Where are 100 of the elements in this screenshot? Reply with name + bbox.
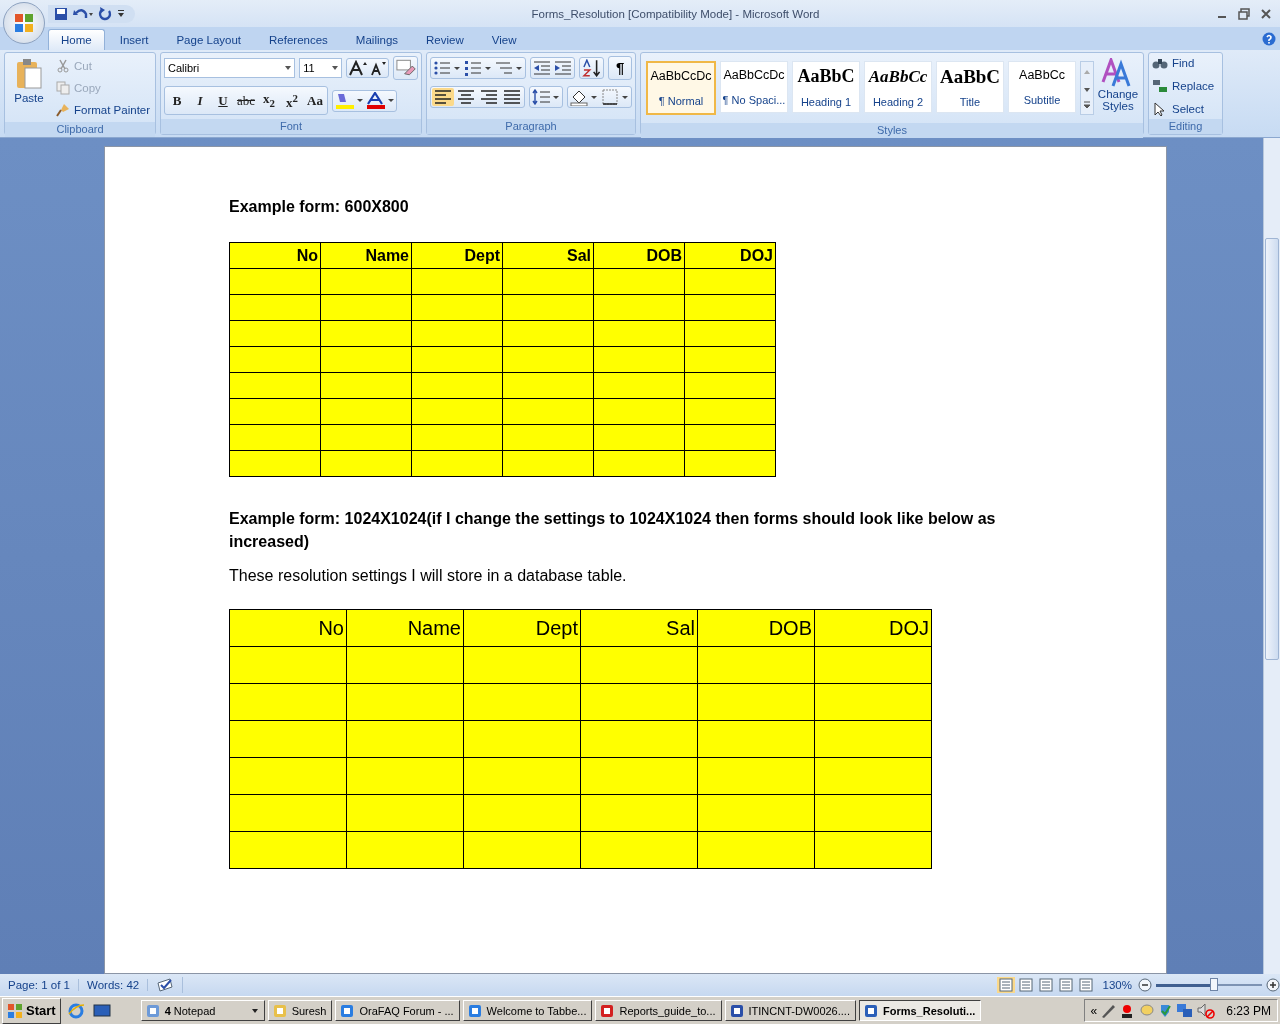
clipboard-action[interactable]: Format Painter (56, 100, 151, 119)
zoom-out-icon[interactable] (1138, 978, 1152, 992)
increase-indent-icon[interactable] (553, 59, 573, 77)
view-icon[interactable] (1056, 977, 1075, 993)
vertical-scrollbar[interactable] (1263, 138, 1280, 974)
paintbrush-icon (56, 102, 70, 117)
line-spacing-icon[interactable] (529, 86, 563, 108)
zoom-level[interactable]: 130% (1102, 979, 1132, 991)
group-label: Clipboard (5, 122, 155, 137)
zoom-slider-thumb[interactable] (1210, 978, 1219, 991)
column-header: No (229, 242, 321, 269)
font-color-icon[interactable] (365, 91, 395, 110)
ribbon-tab[interactable]: Home (48, 29, 105, 50)
app-icon (728, 1002, 745, 1019)
save-icon[interactable] (54, 6, 68, 21)
paragraph-text: These resolution settings I will store in a database table. (229, 567, 627, 585)
column-header: DOJ (684, 242, 776, 269)
help-icon[interactable] (1262, 32, 1276, 46)
align-icon[interactable] (432, 88, 454, 106)
show-marks-button[interactable]: ¶ (608, 56, 632, 80)
taskbar-button[interactable]: ITINCNT-DW0026.... (724, 1000, 856, 1021)
taskbar-button[interactable]: Forms_Resoluti... (858, 1000, 982, 1021)
browser-icon[interactable] (66, 1001, 85, 1020)
grow-font-icon[interactable] (347, 60, 368, 76)
column-header: DOJ (814, 609, 932, 647)
font-size-field[interactable]: 11 (299, 58, 342, 78)
format-button[interactable]: U (212, 90, 234, 111)
format-button[interactable]: x$_{2}$ (258, 88, 280, 113)
borders-icon[interactable] (600, 88, 630, 106)
clock: 6:23 PM (1226, 1003, 1271, 1018)
view-icon[interactable] (1076, 977, 1095, 993)
editing-action[interactable]: Find (1152, 54, 1219, 71)
style-item[interactable]: AaBbC Heading 1 (792, 61, 860, 113)
group-label: Editing (1149, 119, 1222, 134)
view-icon[interactable] (1016, 977, 1035, 993)
office-button[interactable] (3, 2, 45, 44)
format-button[interactable]: Aa (304, 90, 326, 111)
taskbar-button[interactable]: Welcome to Tabbe... (462, 1000, 593, 1021)
numbering-icon[interactable] (463, 59, 493, 77)
format-button[interactable]: x$^{2}$ (281, 88, 303, 114)
taskbar-button[interactable]: Reports_guide_to... (595, 1000, 722, 1021)
heading-text: Example form: 1024X1024(if I change the settings to 1024X1024 then forms should look like below as increased) (229, 509, 997, 552)
network-icon[interactable] (1176, 1002, 1195, 1019)
muted-speaker-icon[interactable] (1197, 1002, 1216, 1019)
ribbon-tab[interactable]: Review (413, 29, 477, 50)
word-count[interactable]: Words: 42 (79, 979, 149, 991)
app-icon (339, 1002, 356, 1019)
style-item[interactable]: AaBbCcDc ¶ No Spaci... (720, 61, 788, 113)
app-icon (144, 1002, 161, 1019)
view-icon[interactable] (996, 977, 1015, 993)
decrease-indent-icon[interactable] (532, 59, 552, 77)
style-item[interactable]: AaBbCc Subtitle (1008, 61, 1076, 113)
highlight-icon[interactable] (334, 91, 364, 110)
ribbon-tab[interactable]: References (256, 29, 341, 50)
change-styles-button[interactable]: Change Styles (1096, 56, 1140, 120)
ribbon-tab[interactable]: View (478, 29, 530, 50)
taskbar-button[interactable]: 4 Notepad (140, 1000, 265, 1021)
shading-icon[interactable] (569, 88, 599, 106)
format-button[interactable]: B (166, 90, 188, 111)
multilevel-list-icon[interactable] (494, 59, 524, 77)
view-icon[interactable] (1036, 977, 1055, 993)
column-header: DOB (697, 609, 815, 647)
column-header: No (229, 609, 347, 647)
undo-icon[interactable] (73, 6, 93, 21)
column-header: Dept (411, 242, 503, 269)
sort-icon[interactable] (579, 57, 605, 79)
pen-icon[interactable] (1100, 1002, 1117, 1019)
font-family-field[interactable]: Calibri (164, 58, 296, 78)
format-button[interactable]: I (189, 90, 211, 111)
align-icon[interactable] (501, 88, 523, 106)
ribbon-tab[interactable]: Insert (106, 29, 162, 50)
style-item[interactable]: AaBbCc Heading 2 (864, 61, 932, 113)
gallery-scrollbar[interactable] (1080, 61, 1094, 115)
editing-action[interactable]: Select (1152, 100, 1219, 117)
customize-icon[interactable] (117, 8, 125, 19)
align-icon[interactable] (455, 88, 477, 106)
ribbon-tab[interactable]: Mailings (342, 29, 412, 50)
restore-icon[interactable] (1238, 7, 1250, 20)
zoom-in-icon[interactable] (1266, 978, 1280, 992)
ribbon-tab[interactable]: Page Layout (163, 29, 255, 50)
style-item[interactable]: AaBbCcDc ¶ Normal (646, 61, 716, 115)
start-button[interactable]: Start (2, 997, 61, 1024)
page-count[interactable]: Page: 1 of 1 (0, 979, 80, 991)
editing-action[interactable]: Replace (1152, 77, 1219, 94)
column-header: DOB (593, 242, 685, 269)
desktop-icon[interactable] (92, 1002, 111, 1019)
scissors-icon (56, 58, 70, 73)
tray-toggle[interactable]: « (1090, 1003, 1098, 1018)
format-button[interactable]: abc (235, 90, 257, 111)
paste-button[interactable]: Paste (8, 56, 50, 119)
close-icon[interactable] (1260, 7, 1272, 20)
align-icon[interactable] (478, 88, 500, 106)
clear-formatting-icon[interactable] (392, 56, 418, 80)
style-item[interactable]: AaBbC Title (936, 61, 1004, 113)
group-label: Paragraph (427, 119, 635, 134)
shrink-font-icon[interactable] (368, 60, 387, 76)
redo-icon[interactable] (98, 6, 112, 21)
taskbar-button[interactable]: Suresh (267, 1000, 333, 1021)
bullets-icon[interactable] (432, 59, 462, 77)
taskbar-button[interactable]: OraFAQ Forum - ... (335, 1000, 460, 1021)
